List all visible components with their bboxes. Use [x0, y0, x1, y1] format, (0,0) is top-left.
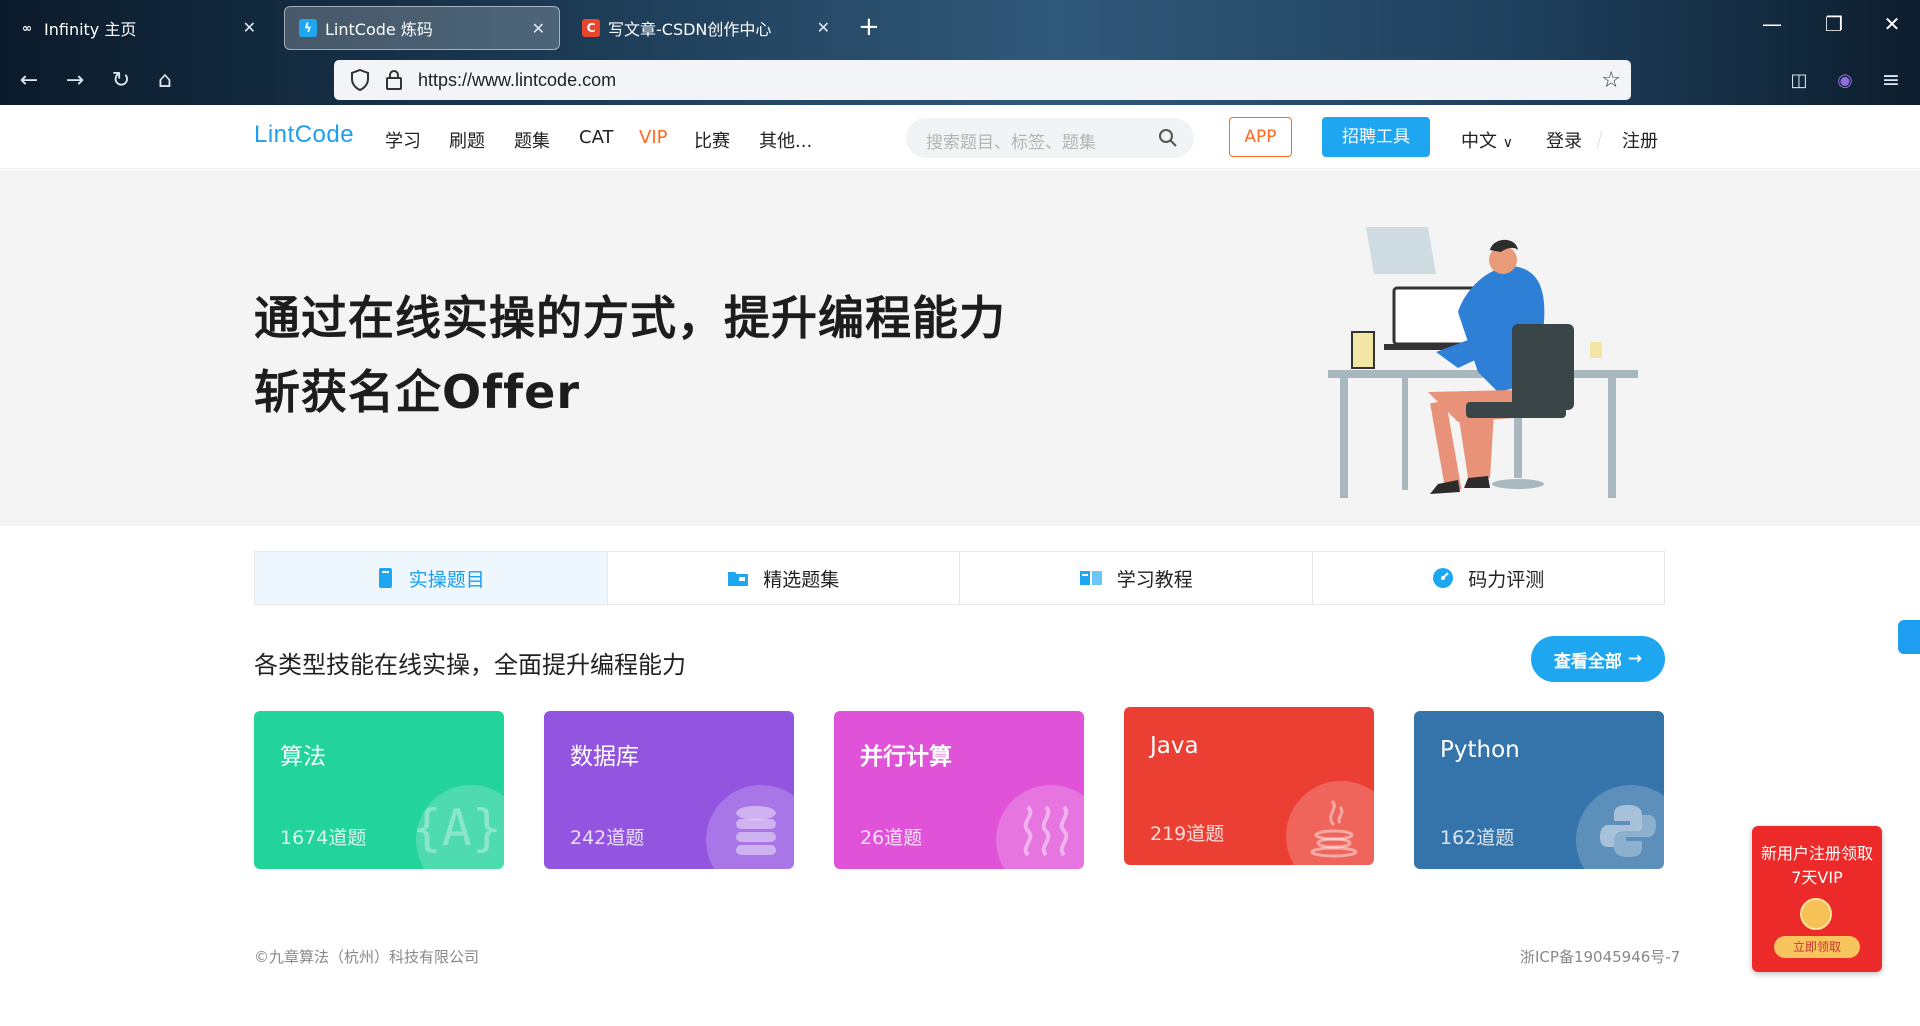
- close-window-icon[interactable]: ✕: [1872, 12, 1912, 36]
- reload-icon[interactable]: ↻: [106, 66, 136, 96]
- tab-coding-assessment[interactable]: 码力评测: [1313, 552, 1665, 604]
- hero-banner: 通过在线实操的方式，提升编程能力 斩获名企Offer: [0, 170, 1920, 526]
- folder-icon: [728, 572, 749, 586]
- tab-label: 学习教程: [1116, 568, 1193, 591]
- csdn-icon: C: [582, 19, 600, 37]
- nav-contest[interactable]: 比赛: [694, 127, 730, 153]
- icp-link[interactable]: 浙ICP备19045946号-7: [1520, 946, 1680, 967]
- claim-button[interactable]: 立即领取: [1774, 936, 1860, 958]
- tab-practice-problems[interactable]: 实操题目: [255, 552, 608, 604]
- section-title: 各类型技能在线实操，全面提升编程能力: [254, 651, 686, 679]
- tab-title: Infinity 主页: [44, 20, 137, 39]
- python-icon: [1600, 805, 1656, 857]
- search-placeholder: 搜索题目、标签、题集: [926, 133, 1096, 153]
- tab-title: 写文章-CSDN创作中心: [608, 20, 772, 39]
- card-python[interactable]: Python 162道题: [1414, 711, 1664, 869]
- nav-vip[interactable]: VIP: [639, 127, 667, 148]
- address-bar[interactable]: https://www.lintcode.com ☆: [334, 60, 1631, 100]
- card-algorithm[interactable]: 算法 1674道题 {A}: [254, 711, 504, 869]
- browser-tab-infinity[interactable]: ∞ Infinity 主页 ✕: [4, 6, 270, 50]
- language-selector[interactable]: 中文 ∨: [1461, 127, 1513, 153]
- register-link[interactable]: 注册: [1622, 127, 1658, 153]
- nav-practice[interactable]: 刷题: [449, 127, 485, 153]
- crown-coin-icon: [1800, 898, 1832, 930]
- card-title: Java: [1150, 733, 1199, 759]
- promo-line2: 7天VIP: [1791, 868, 1843, 887]
- category-tabs: 实操题目 精选题集 学习教程 码力评测: [254, 551, 1665, 605]
- card-database[interactable]: 数据库 242道题: [544, 711, 794, 869]
- vip-promo-popup[interactable]: 新用户注册领取 7天VIP 立即领取: [1752, 826, 1882, 972]
- close-tab-icon[interactable]: ✕: [817, 18, 830, 37]
- card-count: 242道题: [570, 827, 645, 849]
- new-tab-button[interactable]: +: [858, 12, 880, 42]
- nav-cat[interactable]: CAT: [579, 127, 613, 148]
- view-all-button[interactable]: 查看全部 →: [1531, 636, 1665, 682]
- tab-featured-sets[interactable]: 精选题集: [608, 552, 960, 604]
- maximize-icon[interactable]: ❐: [1814, 12, 1854, 36]
- search-input[interactable]: 搜索题目、标签、题集: [906, 118, 1194, 158]
- site-header: LintCode 学习 刷题 题集 CAT VIP 比赛 其他... 搜索题目、…: [0, 105, 1920, 169]
- home-icon[interactable]: ⌂: [150, 66, 180, 96]
- lintcode-icon: ϟ: [299, 19, 317, 37]
- copyright-text: ©九章算法（杭州）科技有限公司: [254, 948, 480, 966]
- hero-subheadline: 斩获名企Offer: [254, 365, 581, 419]
- algorithm-icon: {A}: [411, 799, 502, 857]
- login-link[interactable]: 登录: [1546, 127, 1582, 153]
- lock-icon[interactable]: [384, 68, 404, 92]
- open-book-icon: [1079, 571, 1102, 585]
- card-title: 数据库: [570, 744, 639, 770]
- app-button[interactable]: APP: [1229, 117, 1292, 157]
- shield-icon[interactable]: [348, 68, 372, 92]
- divider: [1596, 131, 1603, 149]
- menu-icon[interactable]: ≡: [1876, 66, 1906, 96]
- card-parallel-computing[interactable]: 并行计算 26道题: [834, 711, 1084, 869]
- infinity-icon: ∞: [22, 21, 32, 35]
- card-count: 26道题: [860, 827, 923, 849]
- chevron-down-icon: ∨: [1502, 135, 1513, 151]
- tab-label: 实操题目: [408, 568, 485, 591]
- tab-label: 精选题集: [763, 568, 840, 591]
- gauge-icon: [1433, 568, 1454, 588]
- java-icon: [1310, 799, 1358, 858]
- side-float-button[interactable]: [1898, 620, 1920, 654]
- language-label: 中文: [1461, 131, 1497, 152]
- url-text[interactable]: https://www.lintcode.com: [418, 70, 616, 91]
- minimize-icon[interactable]: —: [1752, 12, 1792, 36]
- card-java[interactable]: Java 219道题: [1124, 707, 1374, 865]
- forward-icon[interactable]: →: [60, 66, 90, 96]
- tab-label: 码力评测: [1468, 568, 1545, 591]
- browser-tab-lintcode[interactable]: ϟ LintCode 炼码 ✕: [284, 6, 560, 50]
- card-count: 219道题: [1150, 823, 1225, 845]
- extension-icon[interactable]: ◉: [1830, 66, 1860, 96]
- pocket-icon[interactable]: ◫: [1784, 66, 1814, 96]
- nav-more[interactable]: 其他...: [759, 127, 812, 153]
- promo-line1: 新用户注册领取: [1760, 844, 1873, 863]
- hero-headline: 通过在线实操的方式，提升编程能力: [254, 291, 1006, 345]
- lintcode-logo[interactable]: LintCode: [254, 121, 354, 149]
- card-count: 162道题: [1440, 827, 1515, 849]
- card-title: Python: [1440, 737, 1520, 763]
- card-title: 并行计算: [860, 744, 952, 770]
- tab-tutorials[interactable]: 学习教程: [960, 552, 1313, 604]
- card-count: 1674道题: [280, 827, 367, 849]
- close-tab-icon[interactable]: ✕: [243, 18, 256, 37]
- nav-problem-sets[interactable]: 题集: [514, 127, 550, 153]
- browser-chrome: ∞ Infinity 主页 ✕ ϟ LintCode 炼码 ✕ C 写文章-CS…: [0, 0, 1920, 105]
- book-icon: [378, 568, 392, 588]
- close-tab-icon[interactable]: ✕: [532, 19, 545, 38]
- nav-learn[interactable]: 学习: [385, 127, 421, 153]
- arrow-right-icon: →: [1627, 649, 1643, 669]
- search-icon[interactable]: [1158, 128, 1178, 148]
- database-icon: [736, 806, 776, 855]
- back-icon[interactable]: ←: [14, 66, 44, 96]
- hiring-tool-button[interactable]: 招聘工具: [1322, 117, 1430, 157]
- tab-title: LintCode 炼码: [325, 20, 433, 39]
- browser-tab-csdn[interactable]: C 写文章-CSDN创作中心 ✕: [568, 6, 844, 50]
- view-all-label: 查看全部: [1553, 651, 1622, 672]
- bookmark-star-icon[interactable]: ☆: [1601, 68, 1621, 93]
- navigation-bar: ← → ↻ ⌂ https://www.lintcode.com ☆ ◫ ◉ ≡: [0, 58, 1920, 104]
- parallel-icon: [1023, 805, 1069, 857]
- programmer-illustration: [1328, 227, 1638, 498]
- card-title: 算法: [280, 744, 326, 770]
